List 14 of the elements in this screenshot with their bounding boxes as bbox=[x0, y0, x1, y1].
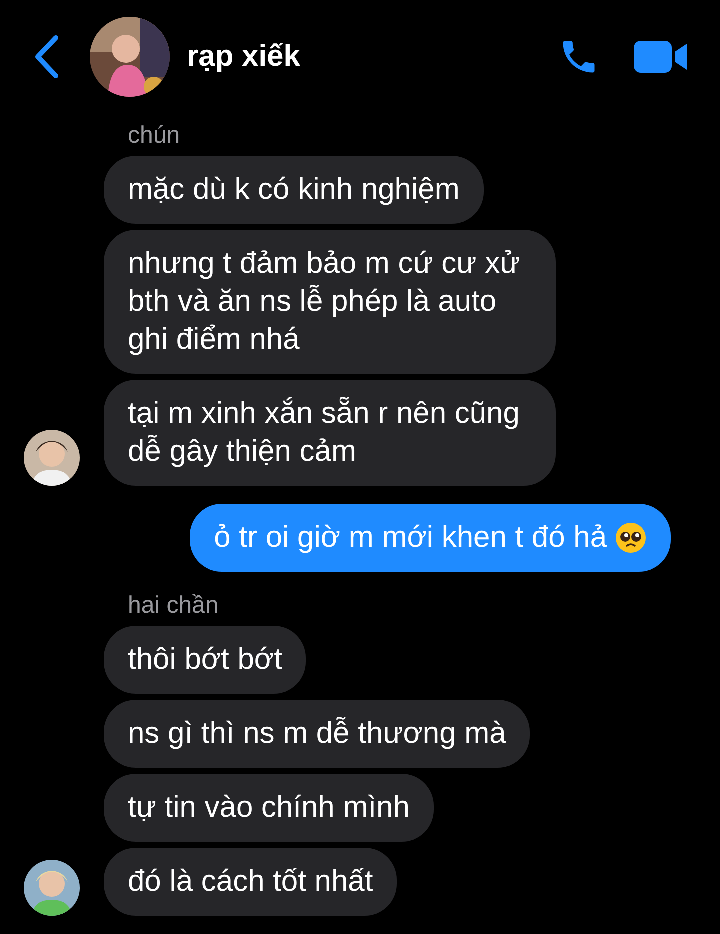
message-bubble: ỏ tr oi giờ m mới khen t đó hả bbox=[190, 504, 671, 572]
pleading-face-icon bbox=[615, 522, 647, 554]
message-bubble: thôi bớt bớt bbox=[104, 626, 306, 694]
sender-name: chún bbox=[128, 122, 182, 150]
sender-name: hai chần bbox=[128, 592, 220, 620]
chat-title: rạp xiếk bbox=[187, 40, 302, 74]
message-bubble: nhưng t đảm bảo m cứ cư xử bth và ăn ns lễ phép là auto ghi điểm nhá bbox=[104, 230, 556, 374]
message-bubble: mặc dù k có kinh nghiệm bbox=[104, 156, 484, 224]
message-bubble: đó là cách tốt nhất bbox=[104, 848, 398, 916]
message-bubble: tự tin vào chính mình bbox=[104, 774, 434, 842]
back-icon[interactable] bbox=[34, 35, 60, 79]
message-bubble: ns gì thì ns m dễ thương mà bbox=[104, 700, 530, 768]
message-bubble: tại m xinh xắn sẵn r nên cũng dễ gây thiện cảm bbox=[104, 380, 556, 486]
video-camera-icon[interactable] bbox=[634, 39, 688, 75]
